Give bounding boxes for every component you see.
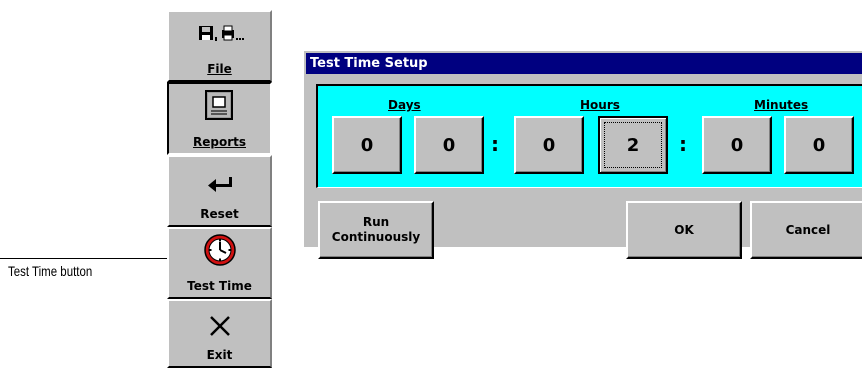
reset-label: Reset (200, 207, 239, 221)
callout-line (0, 258, 183, 259)
hours-tens-digit[interactable]: 0 (514, 116, 584, 174)
separator-colon: : (679, 132, 687, 156)
reports-button[interactable]: Reports (167, 82, 272, 155)
exit-button[interactable]: Exit (167, 299, 272, 368)
clock-icon (169, 234, 270, 266)
minutes-ones-digit[interactable]: 0 (784, 116, 854, 174)
exit-label: Exit (206, 348, 233, 362)
test-time-label: Test Time (187, 279, 252, 293)
cancel-button[interactable]: Cancel (750, 201, 862, 259)
hours-label: Hours (580, 98, 620, 112)
time-entry-panel: Days Hours Minutes 0 0 : 0 2 : 0 0 (316, 84, 862, 188)
dialog-title: Test Time Setup (306, 53, 862, 74)
run-continuously-button[interactable]: Run Continuously (318, 201, 434, 259)
days-tens-digit[interactable]: 0 (332, 116, 402, 174)
minutes-label: Minutes (754, 98, 809, 112)
hours-ones-digit[interactable]: 2 (598, 116, 668, 174)
test-time-setup-dialog: Test Time Setup Days Hours Minutes 0 0 :… (303, 50, 862, 259)
toolbar: File Reports Reset Test Time Exit (167, 10, 272, 368)
return-arrow-icon (169, 169, 270, 199)
days-ones-digit[interactable]: 0 (414, 116, 484, 174)
file-label: File (207, 62, 232, 76)
save-print-icon (169, 18, 270, 48)
minutes-tens-digit[interactable]: 0 (702, 116, 772, 174)
callout-label: Test Time button (8, 263, 93, 279)
days-label: Days (388, 98, 421, 112)
close-x-icon (169, 311, 270, 341)
separator-colon: : (491, 132, 499, 156)
test-time-button[interactable]: Test Time (167, 227, 272, 299)
ok-button[interactable]: OK (626, 201, 742, 259)
file-button[interactable]: File (167, 10, 272, 82)
reset-button[interactable]: Reset (167, 155, 272, 227)
reports-label: Reports (192, 135, 246, 149)
report-icon (169, 90, 270, 120)
